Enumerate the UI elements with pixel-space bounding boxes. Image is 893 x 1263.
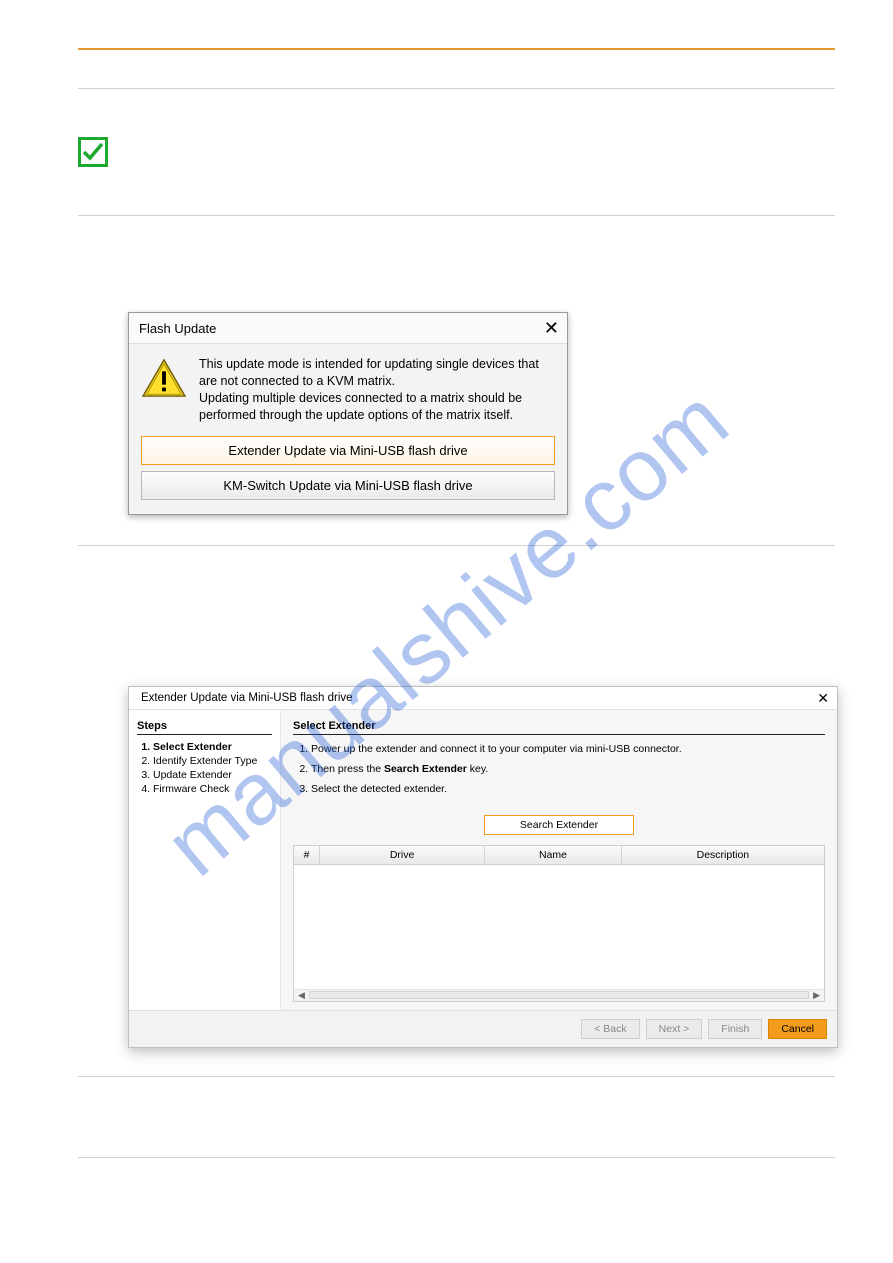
- back-button[interactable]: < Back: [581, 1019, 639, 1039]
- wizard-main-header: Select Extender: [293, 720, 825, 735]
- col-drive: Drive: [320, 846, 485, 864]
- extender-update-button[interactable]: Extender Update via Mini-USB flash drive: [141, 436, 555, 465]
- wizard-title: Extender Update via Mini-USB flash drive: [141, 692, 353, 704]
- search-extender-button[interactable]: Search Extender: [484, 815, 634, 835]
- scroll-left-icon[interactable]: ◀: [298, 990, 305, 1001]
- instruction-item: Select the detected extender.: [311, 783, 825, 795]
- col-name: Name: [485, 846, 622, 864]
- cancel-button[interactable]: Cancel: [768, 1019, 827, 1039]
- step-item: Firmware Check: [153, 783, 272, 795]
- step-item: Select Extender: [153, 741, 272, 753]
- steps-header: Steps: [137, 720, 272, 735]
- col-description: Description: [622, 846, 824, 864]
- dialog-title: Flash Update: [139, 321, 216, 336]
- flash-update-dialog: Flash Update ✕ This update mode is inten…: [128, 312, 568, 515]
- warning-icon: [141, 358, 187, 398]
- close-icon[interactable]: ✕: [544, 319, 559, 337]
- update-wizard-window: Extender Update via Mini-USB flash drive…: [128, 686, 838, 1048]
- step-item: Update Extender: [153, 769, 272, 781]
- instruction-item: Power up the extender and connect it to …: [311, 743, 825, 755]
- finish-button[interactable]: Finish: [708, 1019, 762, 1039]
- table-body-empty: [294, 865, 824, 989]
- checkmark-icon: [78, 137, 108, 167]
- close-icon[interactable]: ✕: [817, 691, 829, 705]
- km-switch-update-button[interactable]: KM-Switch Update via Mini-USB flash driv…: [141, 471, 555, 500]
- top-orange-rule: [78, 48, 835, 50]
- step-item: Identify Extender Type: [153, 755, 272, 767]
- wizard-steps-panel: Steps Select Extender Identify Extender …: [129, 710, 281, 1010]
- col-index: #: [294, 846, 320, 864]
- warning-text: This update mode is intended for updatin…: [199, 356, 555, 424]
- instruction-item: Then press the Search Extender key.: [311, 763, 825, 775]
- divider: [78, 1157, 835, 1158]
- scroll-right-icon[interactable]: ▶: [813, 990, 820, 1001]
- horizontal-scrollbar[interactable]: ◀ ▶: [294, 989, 824, 1001]
- extender-table: # Drive Name Description ◀ ▶: [293, 845, 825, 1002]
- next-button[interactable]: Next >: [646, 1019, 703, 1039]
